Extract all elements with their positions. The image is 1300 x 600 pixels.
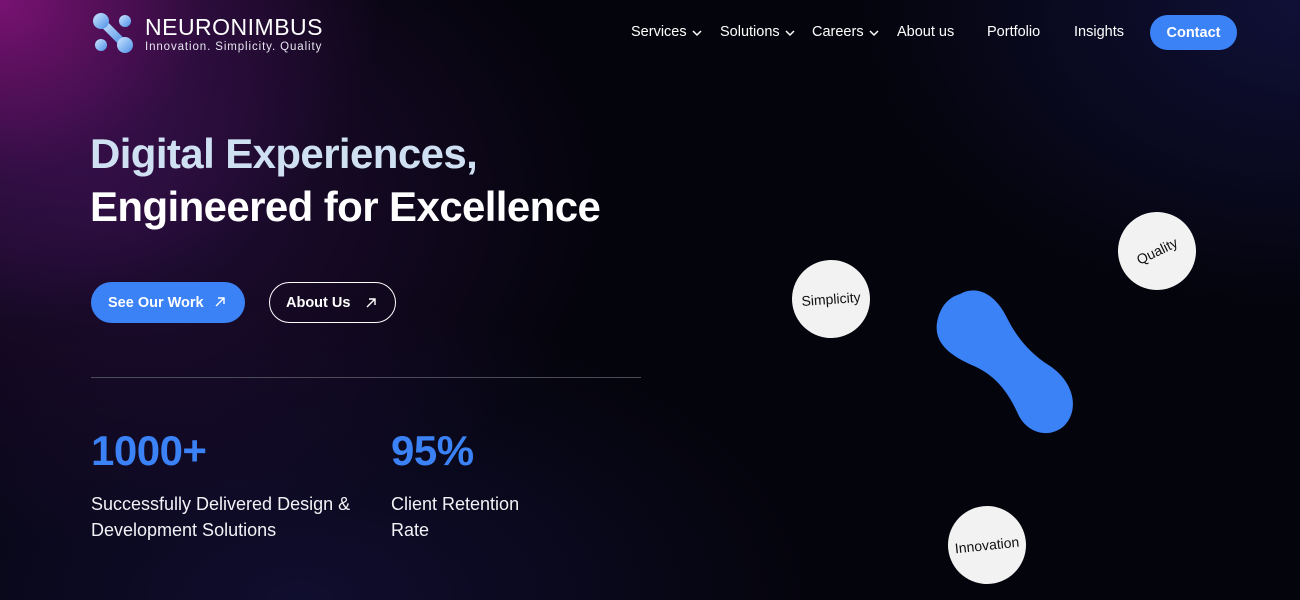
simplicity-label: Simplicity [800,288,862,310]
quality-bubble: Quality [1104,198,1210,304]
arrow-up-right-icon [215,297,225,307]
about-us-button[interactable]: About Us [269,282,396,323]
quality-label: Quality [1133,234,1181,268]
nav-item-label: Careers [812,24,864,40]
blue-blob-graphic [936,290,1073,434]
nav-item-label: About us [897,24,955,40]
innovation-bubble: Innovation [944,502,1030,588]
brand-logo[interactable]: NEURONIMBUS Innovation. Simplicity. Qual… [91,11,323,55]
brand-name: NEURONIMBUS [145,13,324,40]
chevron-down-icon [692,30,702,37]
chevron-down-icon [869,30,879,37]
nav-item-insights[interactable]: Insights [1074,24,1124,40]
hero-title-line-2: Engineered for Excellence [90,183,601,230]
brand-tagline: Innovation. Simplicity. Quality [145,40,323,53]
nav-item-label: Insights [1074,24,1124,40]
simplicity-bubble: Simplicity [789,257,873,341]
about-us-label: About Us [286,294,351,311]
hero-title-line-1: Digital Experiences, [90,130,478,177]
chevron-down-icon [785,30,795,37]
neuronimbus-logo-icon [93,13,133,53]
nav-item-careers[interactable]: Careers [812,24,879,40]
stat-label-retention: Client Retention Rate [391,494,520,540]
nav-item-solutions[interactable]: Solutions [720,24,795,40]
nav-item-label: Services [631,24,687,40]
nav-item-label: Portfolio [987,24,1041,40]
arrow-up-right-icon [366,298,376,308]
contact-button[interactable]: Contact [1150,15,1237,50]
nav-item-services[interactable]: Services [631,24,702,40]
see-our-work-label: See Our Work [108,294,204,311]
see-our-work-button[interactable]: See Our Work [91,282,245,323]
nav-item-portfolio[interactable]: Portfolio [987,24,1040,40]
stat-label-delivered: Successfully Delivered Design & Developm… [91,494,351,540]
stat-value-retention: 95% [391,427,474,474]
nav-item-label: Solutions [720,24,780,40]
nav-item-about-us[interactable]: About us [897,24,954,40]
hero-divider [91,377,641,378]
innovation-label: Innovation [954,533,1020,557]
stat-value-delivered: 1000+ [91,427,207,474]
